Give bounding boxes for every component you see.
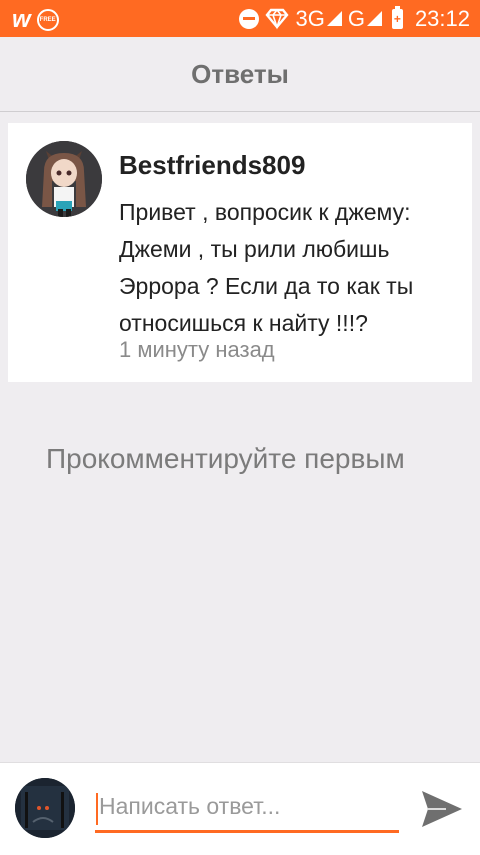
post-timestamp: 1 минуту назад [119,337,275,362]
free-icon: FREE [36,9,59,31]
battery-charge-symbol: + [393,11,401,26]
post-text: Привет , вопросик к джему: Джеми , ты ри… [119,199,414,336]
dnd-icon [239,8,260,29]
status-time: 23:12 [414,5,470,31]
user-avatar[interactable] [15,778,75,838]
app-header: Ответы [0,37,480,112]
vpn-icon [265,8,290,30]
signal-3g: 3G [295,5,342,32]
reply-input[interactable] [95,783,399,833]
signal-g: G [348,6,382,32]
post-card: Bestfriends809 Привет , вопросик к джему… [8,123,472,382]
w-logo-icon: w [12,6,31,33]
signal-icon [366,11,382,26]
avatar-image [26,141,102,217]
status-bar: w FREE 3G G + 23:12 [0,0,480,37]
network-g-label: G [347,5,365,31]
user-avatar-image [15,778,75,838]
send-icon[interactable] [420,787,464,831]
page-title: Ответы [191,58,289,89]
signal-icon [326,11,342,26]
reply-bar [0,762,480,855]
empty-comments-message: Прокомментируйте первым [46,443,405,474]
post-author[interactable]: Bestfriends809 [119,150,305,181]
text-caret [96,793,98,825]
battery-icon: + [391,5,403,29]
author-avatar[interactable] [26,141,102,217]
network-3g-label: 3G [295,5,325,31]
